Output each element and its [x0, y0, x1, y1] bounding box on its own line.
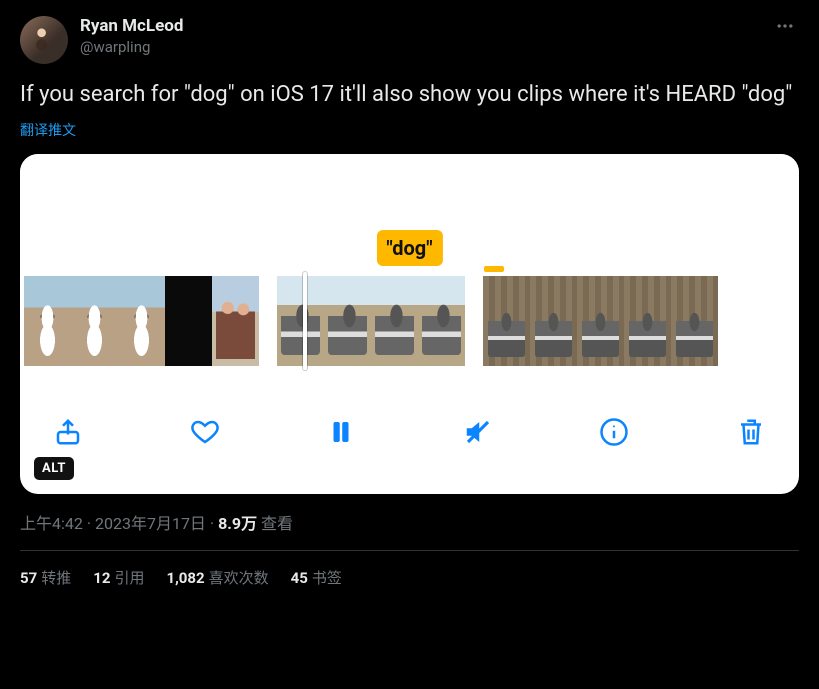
display-name[interactable]: Ryan McLeod: [80, 16, 759, 36]
search-match-label: "dog": [376, 230, 442, 266]
clip-group-1[interactable]: [24, 276, 259, 366]
tweet-time[interactable]: 上午4:42: [20, 514, 83, 533]
delete-button[interactable]: [733, 414, 769, 450]
tweet-meta: 上午4:42 · 2023年7月17日 · 8.9万 查看: [20, 510, 799, 534]
clip-thumbnail[interactable]: [71, 276, 118, 366]
clip-thumbnail[interactable]: [277, 276, 324, 366]
avatar[interactable]: [20, 16, 68, 64]
clip-thumbnail[interactable]: [577, 276, 624, 366]
tweet-text: If you search for "dog" on iOS 17 it'll …: [20, 80, 799, 110]
user-handle[interactable]: @warpling: [80, 38, 759, 56]
retweets-count: 57: [20, 569, 37, 587]
clip-thumbnail[interactable]: [483, 276, 530, 366]
media-card: "dog": [20, 154, 799, 494]
timeline-marker: [484, 266, 504, 272]
stat-likes[interactable]: 1,082 喜欢次数: [166, 567, 268, 588]
meta-sep: ·: [206, 514, 218, 533]
stat-bookmarks[interactable]: 45书签: [291, 567, 342, 588]
tweet-date[interactable]: 2023年7月17日: [95, 514, 206, 533]
clip-thumbnail[interactable]: [165, 276, 212, 366]
views-label: 查看: [261, 514, 293, 533]
mute-button[interactable]: [460, 414, 496, 450]
alt-badge[interactable]: ALT: [34, 457, 74, 480]
meta-sep: ·: [83, 514, 95, 533]
clip-thumbnail[interactable]: [118, 276, 165, 366]
tweet-container: Ryan McLeod @warpling If you search for …: [0, 0, 819, 588]
retweets-label: 转推: [41, 569, 71, 587]
media-top: "dog": [20, 154, 799, 272]
clip-thumbnail[interactable]: [371, 276, 418, 366]
playhead[interactable]: [303, 272, 307, 370]
clip-thumbnail[interactable]: [24, 276, 71, 366]
translate-link[interactable]: 翻译推文: [20, 120, 799, 140]
info-button[interactable]: [596, 414, 632, 450]
likes-label: 喜欢次数: [209, 569, 269, 587]
user-names: Ryan McLeod @warpling: [80, 16, 759, 56]
bookmarks-label: 书签: [312, 569, 342, 587]
views-count: 8.9万: [218, 514, 257, 533]
media-toolbar: [20, 370, 799, 494]
share-button[interactable]: [50, 414, 86, 450]
quotes-count: 12: [93, 569, 110, 587]
like-button[interactable]: [187, 414, 223, 450]
clip-group-2[interactable]: [277, 276, 465, 366]
quotes-label: 引用: [114, 569, 144, 587]
clip-group-3[interactable]: [483, 276, 718, 366]
clip-thumbnail[interactable]: [530, 276, 577, 366]
video-filmstrip[interactable]: [20, 272, 799, 370]
stat-retweets[interactable]: 57转推: [20, 567, 71, 588]
pause-button[interactable]: [323, 414, 359, 450]
clip-thumbnail[interactable]: [212, 276, 259, 366]
likes-count: 1,082: [166, 569, 204, 587]
clip-thumbnail[interactable]: [671, 276, 718, 366]
stat-quotes[interactable]: 12引用: [93, 567, 144, 588]
clip-thumbnail[interactable]: [418, 276, 465, 366]
clip-thumbnail[interactable]: [624, 276, 671, 366]
tweet-stats: 57转推 12引用 1,082 喜欢次数 45书签: [20, 551, 799, 588]
bookmarks-count: 45: [291, 569, 308, 587]
more-button[interactable]: [771, 16, 799, 36]
tweet-header: Ryan McLeod @warpling: [20, 16, 799, 64]
clip-thumbnail[interactable]: [324, 276, 371, 366]
